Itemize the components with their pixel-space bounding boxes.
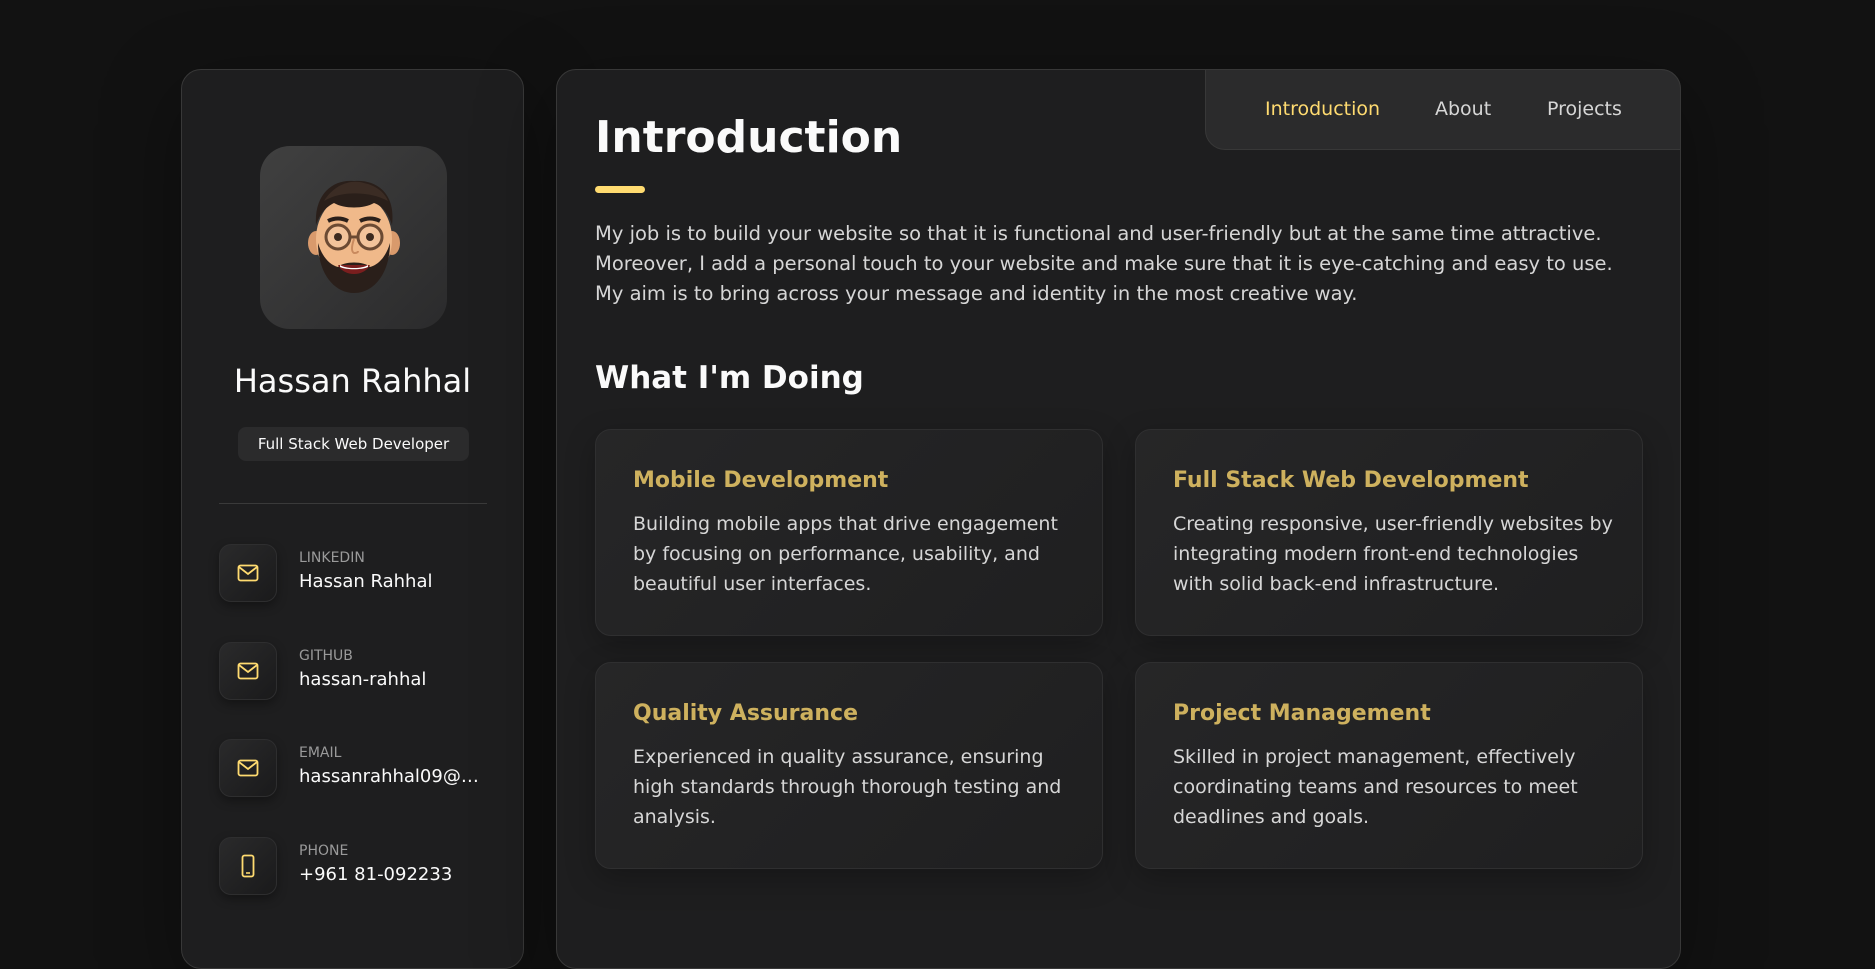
- contact-label: PHONE: [299, 843, 349, 859]
- service-card-fullstack: Full Stack Web Development Creating resp…: [1135, 429, 1643, 636]
- service-title: Mobile Development: [633, 468, 889, 493]
- mail-icon: [219, 739, 277, 797]
- contact-item-github: GITHUB hassan-rahhal: [219, 642, 509, 702]
- title-underline: [595, 186, 645, 193]
- service-text: Building mobile apps that drive engageme…: [633, 513, 1058, 595]
- top-navbar: Introduction About Projects: [1205, 69, 1681, 150]
- service-title: Project Management: [1173, 701, 1431, 726]
- service-card-qa: Quality Assurance Experienced in quality…: [595, 662, 1103, 869]
- avatar: [260, 146, 447, 329]
- service-text: Creating responsive, user-friendly websi…: [1173, 513, 1613, 595]
- contact-label: GITHUB: [299, 648, 353, 664]
- contact-link[interactable]: hassanrahhal09@gmail.com: [299, 766, 489, 787]
- section-title: What I'm Doing: [595, 360, 864, 396]
- nav-introduction[interactable]: Introduction: [1265, 98, 1380, 120]
- contact-item-linkedin: LINKEDIN Hassan Rahhal: [219, 544, 509, 604]
- contact-link[interactable]: +961 81-092233: [299, 864, 489, 885]
- service-card-pm: Project Management Skilled in project ma…: [1135, 662, 1643, 869]
- nav-projects[interactable]: Projects: [1547, 98, 1622, 120]
- main-panel: Introduction About Projects Introduction…: [556, 69, 1681, 969]
- service-text: Skilled in project management, effective…: [1173, 746, 1578, 828]
- contact-link[interactable]: Hassan Rahhal: [299, 571, 489, 592]
- intro-text: My job is to build your website so that …: [595, 222, 1613, 305]
- avatar-memoji-icon: [307, 180, 400, 293]
- phone-icon: [219, 837, 277, 895]
- contact-link[interactable]: hassan-rahhal: [299, 669, 489, 690]
- sidebar-separator: [219, 503, 487, 504]
- service-card-mobile: Mobile Development Building mobile apps …: [595, 429, 1103, 636]
- service-text: Experienced in quality assurance, ensuri…: [633, 746, 1062, 828]
- contact-item-email: EMAIL hassanrahhal09@gmail.com: [219, 739, 509, 799]
- profile-sidebar: Hassan Rahhal Full Stack Web Developer L…: [181, 69, 524, 969]
- mail-icon: [219, 642, 277, 700]
- contact-item-phone: PHONE +961 81-092233: [219, 837, 509, 897]
- mail-icon: [219, 544, 277, 602]
- profile-name: Hassan Rahhal: [233, 362, 472, 400]
- page-title: Introduction: [595, 112, 903, 163]
- service-title: Quality Assurance: [633, 701, 859, 726]
- nav-about[interactable]: About: [1435, 98, 1491, 120]
- contact-label: EMAIL: [299, 745, 342, 761]
- service-title: Full Stack Web Development: [1173, 468, 1529, 493]
- contact-label: LINKEDIN: [299, 550, 365, 566]
- profile-title-badge: Full Stack Web Developer: [238, 427, 469, 461]
